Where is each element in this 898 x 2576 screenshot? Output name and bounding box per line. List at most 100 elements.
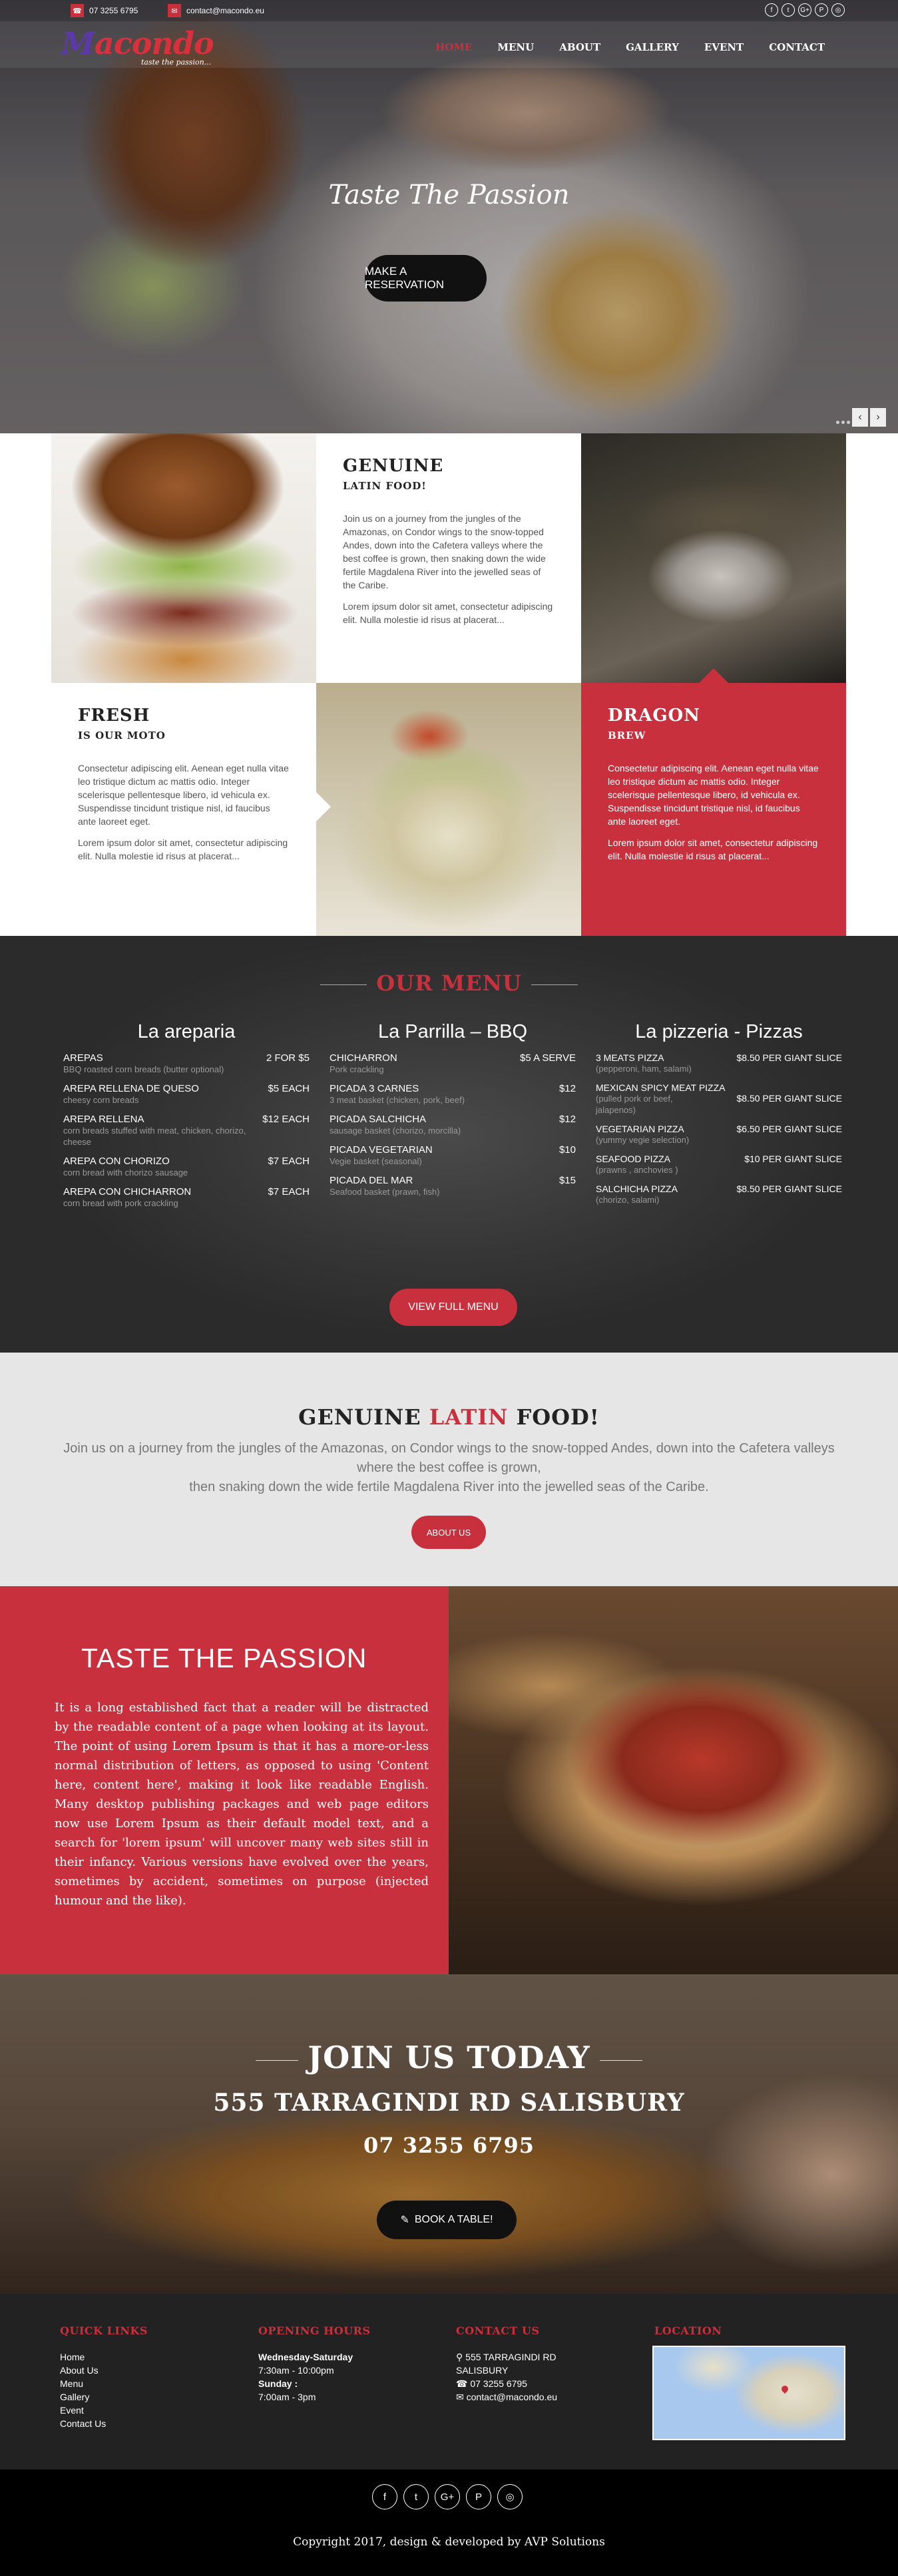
menu-item-desc: 3 meat basket (chicken, pork, beef) — [330, 1095, 465, 1105]
genuine-card: GENUINE LATIN FOOD! Join us on a journey… — [316, 433, 581, 683]
footer-link-event[interactable]: Event — [60, 2404, 233, 2417]
fresh-text-2: Lorem ipsum dolor sit amet, consectetur … — [78, 837, 288, 861]
location-map[interactable] — [652, 2346, 845, 2440]
menu-item-price: $5 A SERVE — [520, 1052, 576, 1064]
about-us-button[interactable]: ABOUT US — [411, 1516, 486, 1549]
footer-quick-links: QUICK LINKS Home About Us Menu Gallery E… — [60, 2324, 233, 2430]
twitter-icon[interactable]: t — [403, 2484, 429, 2509]
menu-item: SEAFOOD PIZZA $10 PER GIANT SLICE (prawns … — [596, 1154, 842, 1176]
dragon-subtitle: BREW — [608, 730, 646, 742]
footer-opening-hours: OPENING HOURS Wednesday-Saturday 7:30am … — [258, 2324, 431, 2404]
nav-contact[interactable]: CONTACT — [769, 41, 825, 53]
menu-item: AREPA RELLENA $12 EACH corn breads stuffed… — [63, 1114, 310, 1148]
menu-item-name: PICADA DEL MAR — [330, 1175, 413, 1186]
about-text-line1: Join us on a journey from the jungles of… — [63, 1441, 835, 1475]
footer-link-home[interactable]: Home — [60, 2350, 233, 2364]
menu-item-price: $7 EACH — [268, 1186, 310, 1197]
menu-item-desc: corn bread with pork crackling — [63, 1198, 178, 1208]
fresh-notch — [316, 792, 331, 821]
main-navbar: Macondo taste the passion... HOME MENU A… — [0, 21, 898, 68]
slider-prev-icon[interactable]: ‹ — [852, 408, 868, 427]
menu-item-name: AREPA CON CHICHARRON — [63, 1186, 192, 1197]
phone-icon: ☎ — [456, 2378, 471, 2389]
menu-item-name: AREPA RELLENA — [63, 1114, 144, 1125]
menu-item-desc: cheesy corn breads — [63, 1095, 139, 1105]
opening-hours-title: OPENING HOURS — [258, 2324, 371, 2337]
pinterest-icon[interactable]: P — [815, 3, 828, 17]
site-logo[interactable]: Macondo — [61, 28, 214, 59]
nav-home[interactable]: HOME — [435, 41, 472, 53]
burrito-image — [449, 1586, 898, 1974]
instagram-icon[interactable]: ◎ — [497, 2484, 523, 2509]
slider-dots[interactable] — [836, 421, 850, 424]
book-table-button[interactable]: ✎ BOOK A TABLE! — [377, 2201, 517, 2239]
menu-item: AREPAS 2 FOR $5 BBQ roasted corn breads (b… — [63, 1052, 310, 1075]
menu-item-name: SEAFOOD PIZZA — [596, 1154, 671, 1164]
hours-day: Wednesday-Saturday — [258, 2352, 353, 2362]
hero-title: Taste The Passion — [328, 180, 570, 210]
footer-link-contact[interactable]: Contact Us — [60, 2417, 233, 2430]
dragon-title: DRAGON — [608, 706, 700, 726]
menu-item-price: 2 FOR $5 — [266, 1052, 310, 1064]
menu-item-desc: (pulled pork or beef, jalapenos) — [596, 1094, 673, 1115]
contact-phone[interactable]: 07 3255 6795 — [470, 2378, 527, 2389]
genuine-text-2: Lorem ipsum dolor sit amet, consectetur … — [343, 601, 553, 625]
map-marker-icon: ⚲ — [456, 2352, 466, 2362]
footer-link-menu[interactable]: Menu — [60, 2377, 233, 2390]
nav-event[interactable]: EVENT — [704, 41, 744, 53]
menu-item: PICADA VEGETARIAN $10 Vegie basket (season… — [330, 1144, 576, 1167]
nav-menu-link[interactable]: MENU — [497, 41, 534, 53]
genuine-notch — [302, 544, 331, 574]
menu-item-desc: (prawns , anchovies ) — [596, 1165, 678, 1175]
top-bar: ☎ 07 3255 6795 ✉ contact@macondo.eu f t … — [0, 0, 898, 21]
menu-item-price: $10 PER GIANT SLICE — [744, 1154, 842, 1164]
menu-section: OUR MENU La areparia AREPAS 2 FOR $5 BBQ r… — [0, 936, 898, 1353]
menu-item: PICADA 3 CARNES $12 3 meat basket (chicken… — [330, 1083, 576, 1106]
menu-item-price: $8.50 PER GIANT SLICE — [736, 1052, 842, 1063]
hours-time: 7:00am - 3pm — [258, 2392, 316, 2402]
menu-item: CHICHARRON $5 A SERVE Pork crackling — [330, 1052, 576, 1075]
menu-item-desc: (pepperoni, ham, salami) — [596, 1064, 692, 1074]
top-phone[interactable]: ☎ 07 3255 6795 — [71, 4, 138, 17]
facebook-icon[interactable]: f — [765, 3, 778, 17]
menu-item: AREPA CON CHORIZO $7 EACH corn bread with … — [63, 1156, 310, 1178]
nav-about[interactable]: ABOUT — [559, 41, 600, 53]
genuine-subtitle: LATIN FOOD! — [343, 480, 427, 492]
genuine-text: Join us on a journey from the jungles of… — [343, 513, 546, 590]
twitter-icon[interactable]: t — [782, 3, 795, 17]
contact-email[interactable]: contact@macondo.eu — [467, 2392, 557, 2402]
menu-item-price: $5 EACH — [268, 1083, 310, 1094]
google-plus-icon[interactable]: G+ — [435, 2484, 460, 2509]
google-plus-icon[interactable]: G+ — [798, 3, 811, 17]
menu-item-desc: (chorizo, salami) — [596, 1195, 660, 1205]
ticket-icon: ✎ — [400, 2215, 409, 2226]
menu-item-desc: Seafood basket (prawn, fish) — [330, 1187, 440, 1197]
top-email[interactable]: ✉ contact@macondo.eu — [168, 4, 264, 17]
menu-item-price: $10 — [559, 1144, 576, 1156]
make-reservation-button[interactable]: MAKE A RESERVATION — [365, 255, 487, 302]
about-text-line2: then snaking down the wide fertile Magda… — [189, 1480, 709, 1494]
hero-section: ☎ 07 3255 6795 ✉ contact@macondo.eu f t … — [0, 0, 898, 433]
logo-initial: M — [61, 25, 95, 61]
pinterest-icon[interactable]: P — [466, 2484, 491, 2509]
footer-link-about[interactable]: About Us — [60, 2364, 233, 2377]
menu-item-price: $8.50 PER GIANT SLICE — [736, 1183, 842, 1194]
bottom-bar: f t G+ P ◎ Copyright 2017, design & deve… — [0, 2469, 898, 2576]
about-title-b: LATIN — [429, 1404, 509, 1430]
contact-title: CONTACT US — [456, 2324, 540, 2337]
slider-next-icon[interactable]: › — [870, 408, 886, 427]
menu-item: AREPA RELLENA DE QUESO $5 EACH cheesy corn… — [63, 1083, 310, 1106]
nav-gallery[interactable]: GALLERY — [626, 41, 679, 53]
bottom-socials: f t G+ P ◎ — [372, 2484, 523, 2509]
map-pin-icon — [780, 2384, 790, 2394]
view-full-menu-button[interactable]: VIEW FULL MENU — [389, 1289, 517, 1326]
about-text: Join us on a journey from the jungles of… — [63, 1439, 835, 1497]
footer-link-gallery[interactable]: Gallery — [60, 2390, 233, 2404]
instagram-icon[interactable]: ◎ — [831, 3, 845, 17]
facebook-icon[interactable]: f — [372, 2484, 397, 2509]
menu-item-price: $12 EACH — [262, 1114, 310, 1125]
menu-item: 3 MEATS PIZZA $8.50 PER GIANT SLICE (peppe… — [596, 1052, 842, 1074]
menu-item-price: $7 EACH — [268, 1156, 310, 1167]
contact-address-1: 555 TARRAGINDI RD — [465, 2352, 557, 2362]
copyright: Copyright 2017, design & developed by AV… — [293, 2535, 605, 2549]
